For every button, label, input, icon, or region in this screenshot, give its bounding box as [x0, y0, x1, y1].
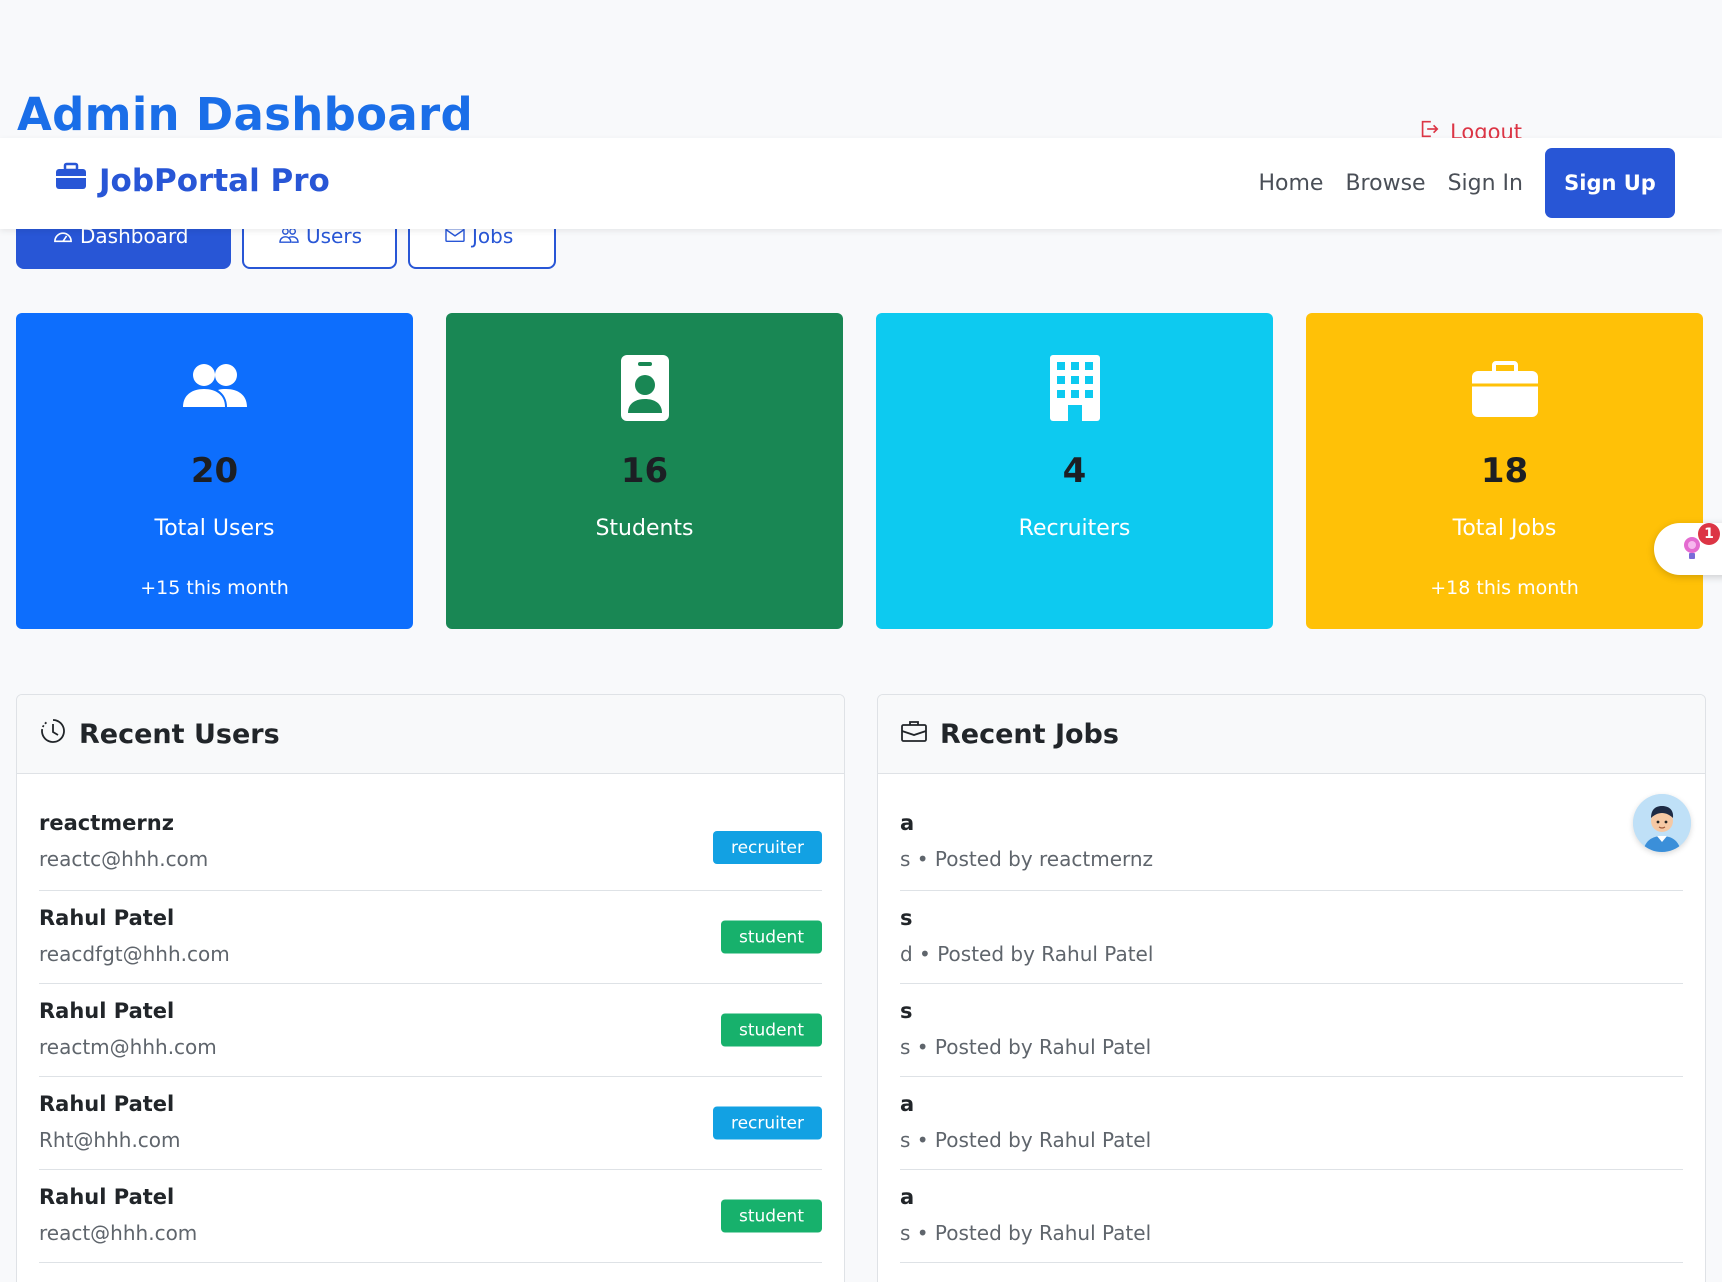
notification-count-badge: 1 [1698, 523, 1720, 545]
user-list: reactmernz reactc@hhh.com recruiter Rahu… [17, 774, 844, 1263]
stats-cards: 20 Total Users +15 this month 16 Student… [16, 313, 1703, 629]
job-title: a [900, 811, 915, 835]
user-name: Rahul Patel [39, 1185, 175, 1209]
job-title: a [900, 1185, 915, 1209]
user-email: reactm@hhh.com [39, 1035, 217, 1059]
user-email: reacdfgt@hhh.com [39, 942, 230, 966]
panel-title: Recent Users [79, 718, 280, 750]
clock-history-icon [39, 717, 67, 752]
building-icon [1040, 353, 1110, 423]
job-title: s [900, 906, 913, 930]
role-badge: student [721, 1013, 822, 1047]
stat-label: Total Users [154, 516, 275, 541]
role-badge: student [721, 1199, 822, 1233]
stat-value: 20 [190, 451, 239, 491]
floating-notification-button[interactable]: 1 [1654, 523, 1722, 575]
nav-home-link[interactable]: Home [1259, 171, 1324, 196]
list-item[interactable]: Rahul Patel react@hhh.com student [39, 1170, 822, 1263]
user-email: reactc@hhh.com [39, 847, 209, 871]
panel-header: Recent Jobs [878, 695, 1705, 774]
stat-label: Recruiters [1018, 516, 1131, 541]
stat-sub: +15 this month [140, 577, 289, 599]
briefcase-fill-icon [1470, 353, 1540, 423]
person-badge-icon [610, 353, 680, 423]
brand-link[interactable]: JobPortal Pro [55, 162, 330, 199]
recent-users-panel: Recent Users reactmernz reactc@hhh.com r… [16, 694, 845, 1282]
role-badge: student [721, 920, 822, 954]
list-item[interactable]: Rahul Patel Rht@hhh.com recruiter [39, 1077, 822, 1170]
stat-card-total-users: 20 Total Users +15 this month [16, 313, 413, 629]
signup-button[interactable]: Sign Up [1545, 148, 1675, 218]
nav-signin-link[interactable]: Sign In [1448, 171, 1523, 196]
stat-label: Total Jobs [1452, 516, 1557, 541]
list-item[interactable]: reactmernz reactc@hhh.com recruiter [39, 774, 822, 891]
job-meta: s • Posted by reactmernz [900, 847, 1154, 871]
job-title: a [900, 1092, 915, 1116]
list-item[interactable]: a s • Posted by Rahul Patel [900, 1077, 1683, 1170]
role-badge: recruiter [712, 831, 822, 864]
briefcase-outline-icon [900, 717, 928, 752]
stat-card-total-jobs: 18 Total Jobs +18 this month [1306, 313, 1703, 629]
user-name: Rahul Patel [39, 906, 175, 930]
stat-sub: +18 this month [1430, 577, 1579, 599]
stat-label: Students [595, 516, 694, 541]
avatar[interactable] [1633, 794, 1691, 852]
list-item[interactable]: s s • Posted by Rahul Patel [900, 984, 1683, 1077]
panel-header: Recent Users [17, 695, 844, 774]
panel-title: Recent Jobs [940, 718, 1119, 750]
list-item[interactable]: Rahul Patel reactm@hhh.com student [39, 984, 822, 1077]
list-item[interactable]: a s • Posted by Rahul Patel [900, 1170, 1683, 1263]
list-item[interactable]: Rahul Patel reacdfgt@hhh.com student [39, 891, 822, 984]
stat-value: 16 [620, 451, 669, 491]
user-email: react@hhh.com [39, 1221, 198, 1245]
brand-name: JobPortal Pro [99, 162, 330, 199]
job-meta: s • Posted by Rahul Patel [900, 1035, 1152, 1059]
user-name: Rahul Patel [39, 1092, 175, 1116]
stat-card-recruiters: 4 Recruiters [876, 313, 1273, 629]
user-email: Rht@hhh.com [39, 1128, 181, 1152]
stat-value: 18 [1480, 451, 1529, 491]
recent-jobs-panel: Recent Jobs a s • Posted by reactmernz s… [877, 694, 1706, 1282]
job-meta: d • Posted by Rahul Patel [900, 942, 1154, 966]
job-meta: s • Posted by Rahul Patel [900, 1221, 1152, 1245]
people-fill-icon [180, 353, 250, 423]
job-list: a s • Posted by reactmernz s d • Posted … [878, 774, 1705, 1263]
job-title: s [900, 999, 913, 1023]
stat-card-students: 16 Students [446, 313, 843, 629]
nav-links: Home Browse Sign In Sign Up [1259, 148, 1675, 218]
nav-browse-link[interactable]: Browse [1345, 171, 1425, 196]
page-title: Admin Dashboard [17, 88, 473, 141]
stat-value: 4 [1062, 451, 1087, 491]
briefcase-icon [55, 162, 87, 199]
list-item[interactable]: a s • Posted by reactmernz [900, 774, 1683, 891]
user-name: reactmernz [39, 811, 174, 835]
navbar: JobPortal Pro Home Browse Sign In Sign U… [0, 138, 1722, 229]
job-meta: s • Posted by Rahul Patel [900, 1128, 1152, 1152]
role-badge: recruiter [712, 1106, 822, 1140]
user-name: Rahul Patel [39, 999, 175, 1023]
list-item[interactable]: s d • Posted by Rahul Patel [900, 891, 1683, 984]
